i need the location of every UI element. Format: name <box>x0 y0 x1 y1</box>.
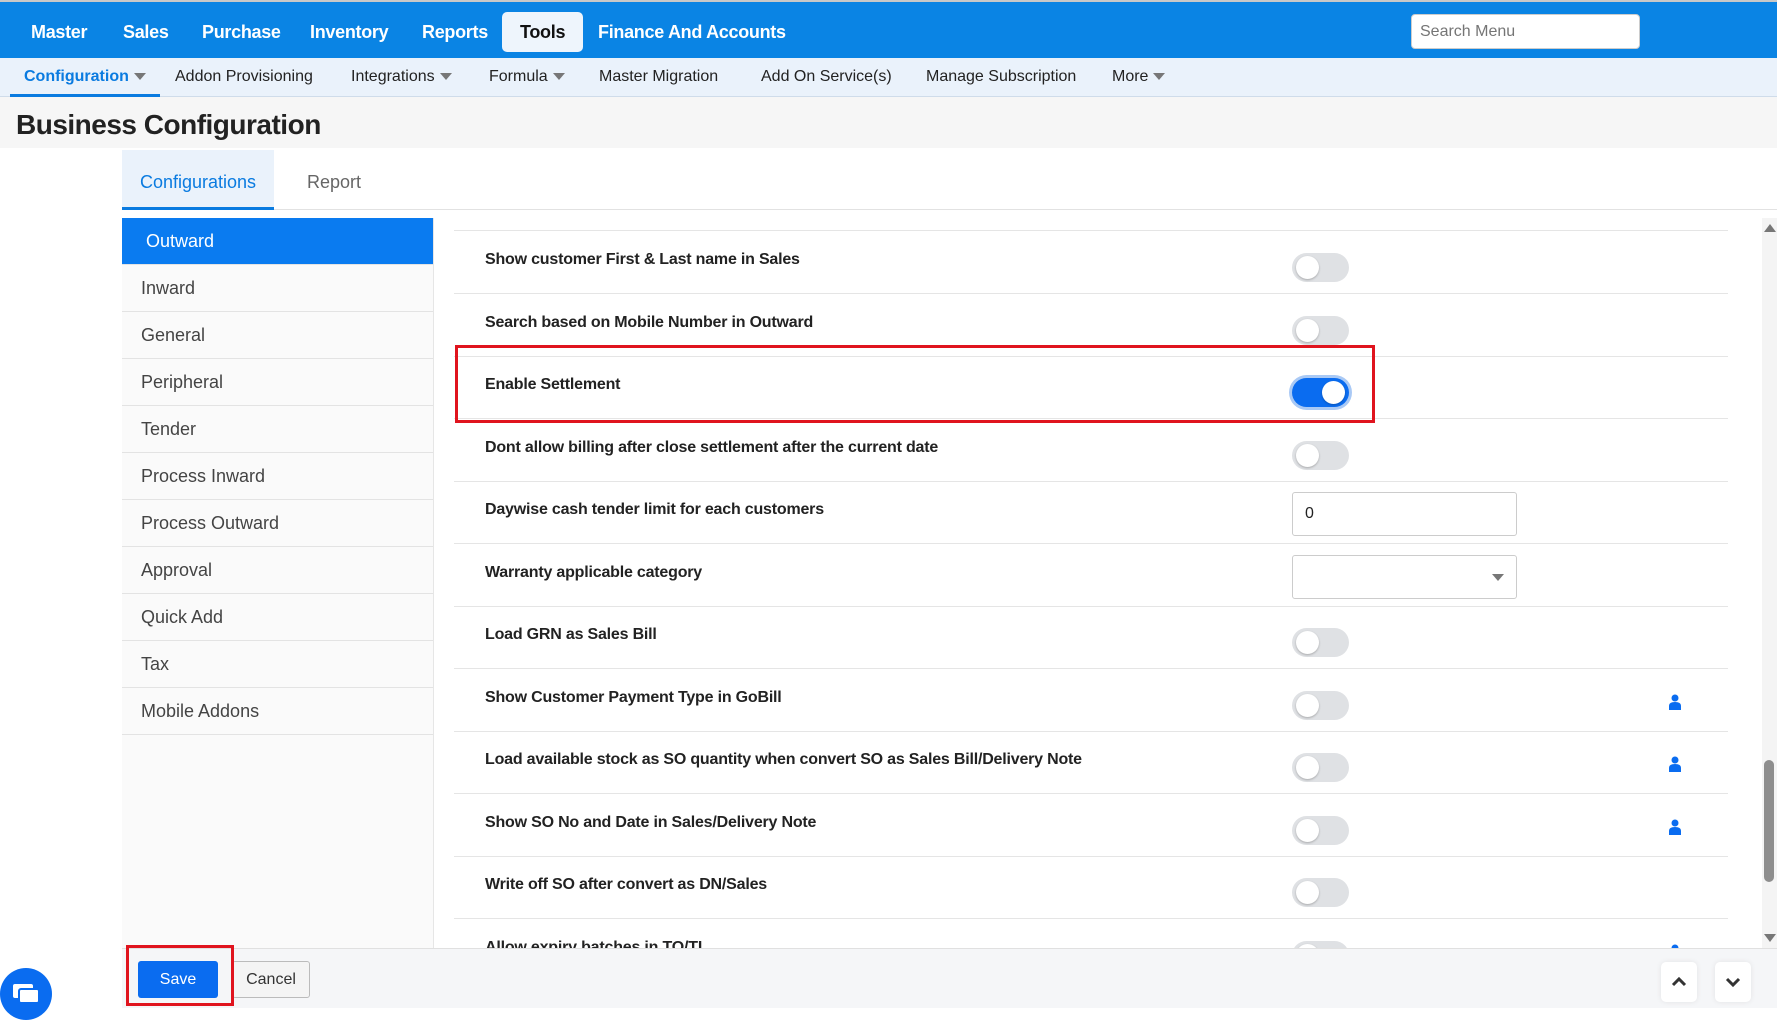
subnav-label: Add On Service(s) <box>761 68 892 85</box>
sidebar-item-process-outward[interactable]: Process Outward <box>122 500 433 547</box>
setting-toggle[interactable] <box>1292 815 1349 845</box>
setting-toggle[interactable] <box>1292 315 1349 345</box>
setting-row: Dont allow billing after close settlemen… <box>454 419 1728 482</box>
setting-row: Load GRN as Sales Bill <box>454 606 1728 669</box>
sub-nav: Configuration Addon Provisioning Integrati… <box>0 58 1777 97</box>
setting-label: Daywise cash tender limit for each custo… <box>485 501 824 518</box>
nav-finance-and-accounts[interactable]: Finance And Accounts <box>580 12 804 52</box>
subnav-label: Master Migration <box>599 68 719 85</box>
page-title: Business Configuration <box>16 109 321 140</box>
sidebar-item-tax[interactable]: Tax <box>122 641 433 688</box>
nav-sales[interactable]: Sales <box>105 12 187 52</box>
setting-row: Show customer First & Last name in Sales <box>454 231 1728 294</box>
tab-report[interactable]: Report <box>274 150 394 210</box>
setting-row: Daywise cash tender limit for each custo… <box>454 481 1728 544</box>
setting-label: Show customer First & Last name in Sales <box>485 251 800 268</box>
caret-down-icon <box>439 73 452 81</box>
scroll-top-button[interactable] <box>1661 962 1697 1002</box>
subnav-label: Formula <box>489 68 548 85</box>
setting-label: Load available stock as SO quantity when… <box>485 751 1082 768</box>
subnav-manage-subscription[interactable]: Manage Subscription <box>926 58 1076 97</box>
search-menu-input[interactable] <box>1411 14 1640 49</box>
nav-master[interactable]: Master <box>13 12 105 52</box>
setting-toggle[interactable] <box>1292 753 1349 782</box>
subnav-label: Integrations <box>351 68 435 85</box>
setting-toggle[interactable] <box>1292 878 1349 907</box>
setting-label: Show Customer Payment Type in GoBill <box>485 688 782 706</box>
subnav-label: Configuration <box>24 68 129 85</box>
subnav-master-migration[interactable]: Master Migration <box>599 58 718 97</box>
caret-down-icon <box>552 73 565 81</box>
user-icon[interactable] <box>1668 756 1682 772</box>
setting-row: Write off SO after convert as DN/Sales <box>454 856 1728 919</box>
setting-label: Warranty applicable category <box>485 563 702 581</box>
scrollbar-thumb[interactable] <box>1764 760 1774 882</box>
subnav-label: More <box>1112 68 1149 85</box>
caret-down-icon <box>1153 73 1166 81</box>
setting-select[interactable] <box>1292 554 1517 599</box>
setting-row: Allow expiry batches in TO/TI <box>454 919 1728 949</box>
nav-purchase[interactable]: Purchase <box>184 12 299 52</box>
sidebar-item-quick-add[interactable]: Quick Add <box>122 594 433 641</box>
chevron-up-icon <box>1671 976 1687 987</box>
setting-toggle[interactable] <box>1292 253 1349 282</box>
title-bar: Business Configuration <box>0 97 1777 148</box>
setting-row: Show SO No and Date in Sales/Delivery No… <box>454 794 1728 857</box>
setting-text-input[interactable]: 0 <box>1292 492 1517 536</box>
setting-toggle[interactable] <box>1292 440 1349 470</box>
setting-toggle[interactable] <box>1292 940 1349 948</box>
subnav-integrations[interactable]: Integrations <box>351 58 452 97</box>
tab-configurations[interactable]: Configurations <box>122 150 274 210</box>
sidebar-item-inward[interactable]: Inward <box>122 265 433 312</box>
nav-tools[interactable]: Tools <box>502 12 584 52</box>
sidebar-item-approval[interactable]: Approval <box>122 547 433 594</box>
nav-inventory[interactable]: Inventory <box>292 12 406 52</box>
footer: Save Cancel <box>122 948 1777 1008</box>
subnav-configuration[interactable]: Configuration <box>10 58 160 97</box>
chat-icon <box>13 984 40 1004</box>
cancel-button[interactable]: Cancel <box>232 961 310 998</box>
setting-row: Warranty applicable category <box>454 544 1728 607</box>
setting-label: Show SO No and Date in Sales/Delivery No… <box>485 813 817 831</box>
setting-label: Write off SO after convert as DN/Sales <box>485 876 767 893</box>
chevron-down-icon <box>1725 977 1741 988</box>
setting-label: Allow expiry batches in TO/TI <box>485 938 703 949</box>
caret-down-icon <box>133 73 146 81</box>
sidebar-item-peripheral[interactable]: Peripheral <box>122 359 433 406</box>
sidebar-item-mobile-addons[interactable]: Mobile Addons <box>122 688 433 735</box>
setting-row: Load available stock as SO quantity when… <box>454 731 1728 794</box>
sidebar-item-outward[interactable]: Outward <box>122 218 433 265</box>
setting-label: Dont allow billing after close settlemen… <box>485 438 939 456</box>
scrollbar[interactable] <box>1762 218 1777 948</box>
subnav-addon-provisioning[interactable]: Addon Provisioning <box>175 58 313 97</box>
scroll-bottom-button[interactable] <box>1715 962 1751 1002</box>
setting-row: Show Customer Payment Type in GoBill <box>454 669 1728 732</box>
setting-toggle[interactable] <box>1292 628 1349 657</box>
chat-button[interactable] <box>0 968 52 1020</box>
scroll-up-arrow-icon[interactable] <box>1764 224 1776 232</box>
setting-label: Search based on Mobile Number in Outward <box>485 313 814 331</box>
sidebar-item-process-inward[interactable]: Process Inward <box>122 453 433 500</box>
setting-label: Load GRN as Sales Bill <box>485 626 657 643</box>
subnav-formula[interactable]: Formula <box>489 58 565 97</box>
tabs: Configurations Report <box>122 150 1777 210</box>
subnav-label: Manage Subscription <box>926 68 1077 85</box>
sidebar: Outward Inward General Peripheral Tender Proc… <box>122 218 434 948</box>
top-nav: MasterSalesPurchaseInventoryReportsTools… <box>0 0 1777 58</box>
scroll-down-arrow-icon[interactable] <box>1764 934 1776 942</box>
subnav-add-on-service-s-[interactable]: Add On Service(s) <box>761 58 892 97</box>
sidebar-item-general[interactable]: General <box>122 312 433 359</box>
caret-down-icon <box>1492 573 1504 581</box>
highlight-box <box>455 345 1375 423</box>
subnav-label: Addon Provisioning <box>175 68 313 85</box>
sidebar-item-tender[interactable]: Tender <box>122 406 433 453</box>
subnav-more[interactable]: More <box>1112 58 1166 97</box>
save-highlight-box <box>126 945 234 1006</box>
settings-list: Show customer First & Last name in Sales… <box>434 218 1762 948</box>
nav-reports[interactable]: Reports <box>404 12 506 52</box>
user-icon[interactable] <box>1668 819 1682 835</box>
setting-toggle[interactable] <box>1292 690 1349 720</box>
user-icon[interactable] <box>1668 694 1682 710</box>
